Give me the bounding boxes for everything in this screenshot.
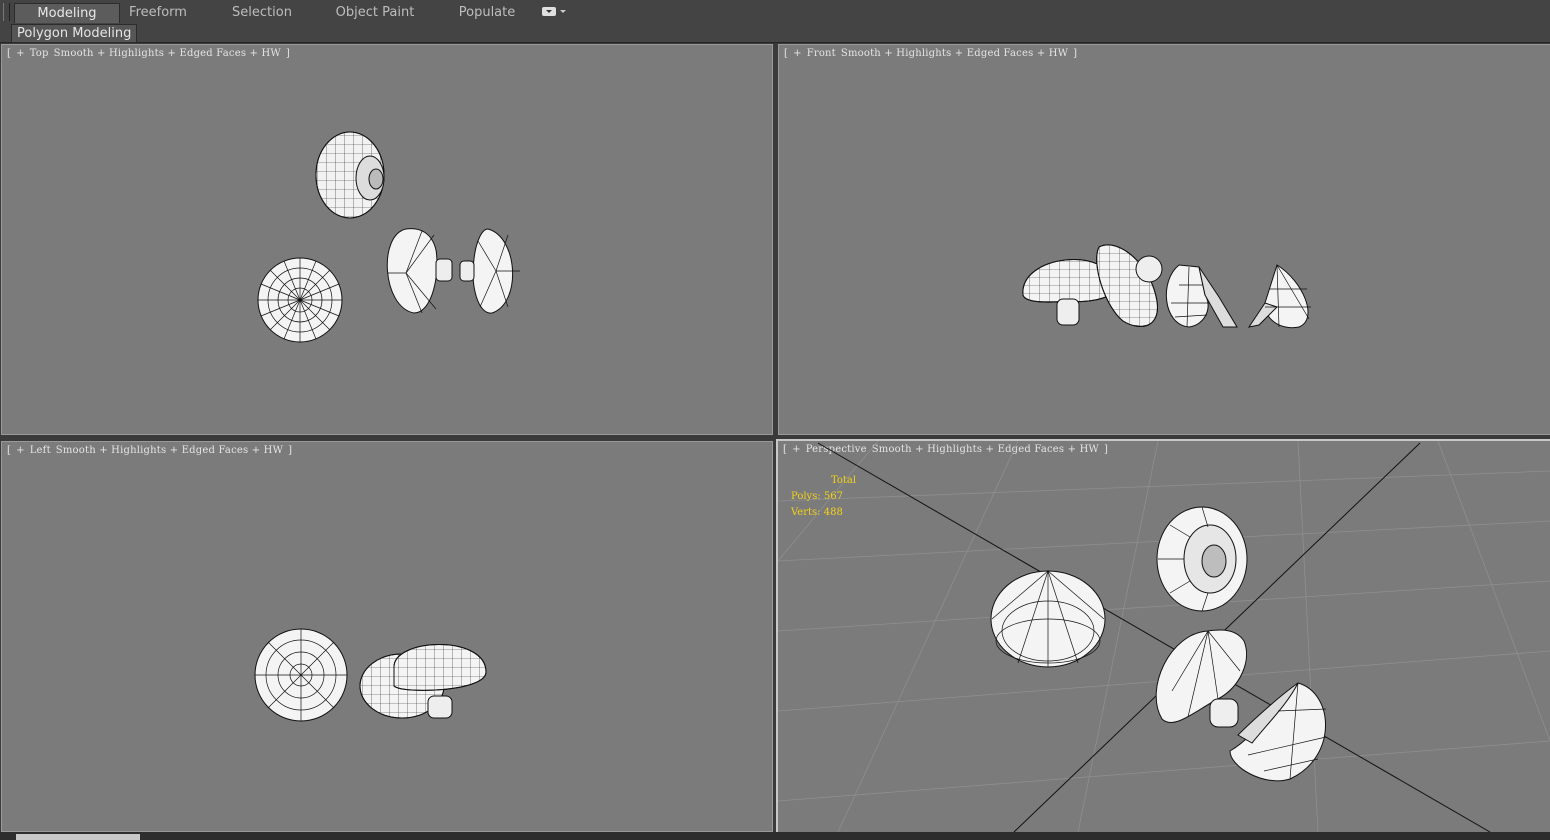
mesh-mushroom-side[interactable] — [359, 644, 487, 719]
viewport-statistics: Total Polys: 567 Verts: 488 — [791, 473, 856, 521]
panel-dropdown-icon — [542, 7, 556, 16]
chevron-down-icon — [560, 10, 566, 13]
mesh-ring-perspective[interactable] — [1156, 506, 1248, 612]
mesh-ring-front[interactable] — [1096, 244, 1163, 327]
viewport-top[interactable]: [+ Top Smooth + Highlights + Edged Faces +… — [1, 44, 773, 435]
show-panel-dropdown-button[interactable] — [542, 6, 568, 18]
mesh-mushroom-right[interactable] — [459, 228, 520, 314]
mesh-mushroom-perspective[interactable] — [1155, 629, 1247, 728]
home-grid — [778, 441, 1550, 832]
stats-polys-value: 567 — [823, 491, 843, 502]
top-scene — [257, 131, 520, 343]
tab-freeform[interactable]: Freeform — [116, 3, 200, 22]
mesh-mushroom-left[interactable] — [386, 228, 453, 314]
ribbon-panel-bar: Polygon Modeling — [0, 24, 1550, 43]
viewport-left[interactable]: [+ Left Smooth + Highlights + Edged Faces … — [1, 441, 773, 832]
front-scene — [1022, 244, 1311, 329]
stats-verts-value: 488 — [823, 507, 843, 518]
world-axis-lines — [817, 442, 1491, 832]
stats-total-header: Total — [831, 475, 857, 486]
mesh-half-mushroom-perspective[interactable] — [1229, 682, 1327, 782]
tab-selection[interactable]: Selection — [220, 3, 304, 22]
time-slider-bar — [0, 832, 1550, 840]
mesh-ring-object[interactable] — [315, 131, 385, 219]
viewport-front[interactable]: [+ Front Smooth + Highlights + Edged Faces… — [778, 44, 1550, 435]
perspective-scene — [778, 441, 1550, 832]
polygon-modeling-panel-button[interactable]: Polygon Modeling — [11, 24, 138, 43]
left-scene — [254, 628, 487, 722]
mesh-sphere-perspective[interactable] — [990, 570, 1106, 668]
stats-polys-label: Polys: — [791, 491, 821, 502]
ribbon-grip[interactable] — [3, 3, 10, 21]
time-slider-handle[interactable] — [16, 834, 140, 840]
stats-verts-row: Verts: 488 — [791, 505, 856, 521]
mesh-sphere-left[interactable] — [254, 628, 348, 722]
mesh-half-mushroom-a[interactable] — [1165, 264, 1238, 328]
mesh-sphere-object[interactable] — [257, 257, 343, 343]
tab-object-paint[interactable]: Object Paint — [330, 3, 420, 22]
mesh-half-mushroom-b[interactable] — [1247, 264, 1311, 329]
stats-verts-label: Verts: — [791, 507, 821, 518]
viewport-perspective[interactable]: [+ Perspective Smooth + Highlights + Edged… — [776, 439, 1550, 834]
stats-polys-row: Polys: 567 — [791, 489, 856, 505]
tab-modeling[interactable]: Modeling — [14, 3, 120, 23]
tab-populate[interactable]: Populate — [450, 3, 524, 22]
ribbon-tab-bar: Modeling Freeform Selection Object Paint… — [0, 0, 1550, 25]
